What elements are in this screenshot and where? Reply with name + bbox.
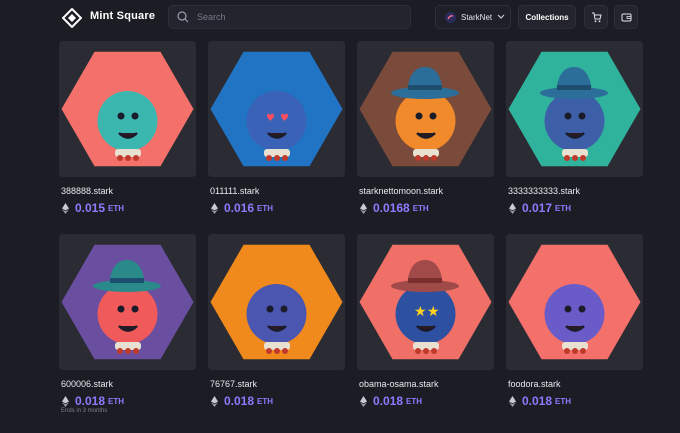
price-unit: ETH [406, 396, 423, 406]
viking-winker-avatar [357, 41, 494, 177]
nft-price: 0.017 ETH [509, 201, 571, 215]
nft-image[interactable]: ♥ ♥ [208, 41, 345, 177]
price-value: 0.015 [75, 201, 106, 215]
nft-name[interactable]: 3333333333.stark [508, 186, 580, 196]
ethereum-icon [62, 395, 69, 407]
price-unit: ETH [257, 396, 274, 406]
ethereum-icon [360, 202, 367, 214]
nft-price: 0.015 ETH [62, 201, 124, 215]
nft-image[interactable]: ★ ★ [357, 234, 494, 370]
ethereum-icon [211, 395, 218, 407]
svg-text:★: ★ [414, 304, 427, 320]
mint-square-logo-icon[interactable] [62, 8, 82, 28]
svg-text:★: ★ [427, 304, 440, 320]
nft-price: 0.018 ETH [211, 394, 273, 408]
nft-price: 0.0168 ETH [360, 201, 429, 215]
nft-card[interactable]: 600006.stark 0.018 ETH Ends in 3 months [59, 234, 196, 414]
arrow-worried-avatar [506, 41, 643, 177]
price-unit: ETH [108, 203, 125, 213]
nft-card[interactable]: 3333333333.stark 0.017 ETH [506, 41, 643, 215]
price-unit: ETH [412, 203, 429, 213]
search-input[interactable] [197, 12, 397, 22]
nft-card[interactable]: starknettomoon.stark 0.0168 ETH [357, 41, 494, 215]
nft-card[interactable]: 388888.stark 0.015 ETH [59, 41, 196, 215]
top-bar: Mint Square StarkNet Collections [0, 0, 680, 34]
cart-button[interactable] [584, 5, 608, 29]
nft-image[interactable] [59, 41, 196, 177]
nft-image[interactable] [208, 234, 345, 370]
nft-image[interactable] [357, 41, 494, 177]
price-unit: ETH [555, 396, 572, 406]
raindrop-football-avatar [208, 234, 345, 370]
brand-name[interactable]: Mint Square [90, 10, 155, 22]
starknet-icon [445, 11, 456, 23]
bone-pig-avatar [59, 41, 196, 177]
scared-lobster-avatar [59, 234, 196, 370]
cowboy-stars-avatar: ★ ★ [357, 234, 494, 370]
nft-price: 0.018 ETH [360, 394, 422, 408]
nft-name[interactable]: starknettomoon.stark [359, 186, 443, 196]
nft-name[interactable]: foodora.stark [508, 379, 561, 389]
ethereum-icon [509, 395, 516, 407]
chevron-down-icon [497, 14, 505, 19]
wallet-button[interactable] [614, 5, 638, 29]
nft-price: 0.016 ETH [211, 201, 273, 215]
nft-name[interactable]: obama-osama.stark [359, 379, 439, 389]
auction-end-note: Ends in 3 months [61, 408, 108, 414]
cart-icon [591, 12, 602, 22]
nft-price: 0.018 ETH [62, 394, 124, 408]
nft-image[interactable] [506, 234, 643, 370]
ethereum-icon [62, 202, 69, 214]
ethereum-icon [211, 202, 218, 214]
search-icon [177, 11, 189, 23]
network-selector[interactable]: StarkNet [435, 5, 511, 29]
price-value: 0.018 [522, 394, 553, 408]
nft-name[interactable]: 76767.stark [210, 379, 257, 389]
nft-name[interactable]: 388888.stark [61, 186, 113, 196]
search-bar[interactable] [168, 5, 411, 29]
wallet-icon [621, 13, 631, 21]
price-value: 0.018 [224, 394, 255, 408]
price-unit: ETH [108, 396, 125, 406]
price-value: 0.0168 [373, 201, 410, 215]
nft-card[interactable]: ★ ★ obama-osama.stark 0.018 ETH [357, 234, 494, 408]
nft-card[interactable]: ♥ ♥ 011111.stark 0.016 ETH [208, 41, 345, 215]
price-value: 0.016 [224, 201, 255, 215]
price-value: 0.018 [75, 394, 106, 408]
svg-text:♥: ♥ [280, 113, 289, 124]
nft-name[interactable]: 011111.stark [210, 186, 259, 196]
nft-card[interactable]: foodora.stark 0.018 ETH [506, 234, 643, 408]
nft-card[interactable]: 76767.stark 0.018 ETH [208, 234, 345, 408]
nft-image[interactable] [506, 41, 643, 177]
ethereum-icon [360, 395, 367, 407]
price-unit: ETH [555, 203, 572, 213]
heart-eyes-berry-avatar: ♥ ♥ [208, 41, 345, 177]
price-unit: ETH [257, 203, 274, 213]
nft-image[interactable] [59, 234, 196, 370]
ethereum-icon [509, 202, 516, 214]
collections-button[interactable]: Collections [518, 5, 576, 29]
price-value: 0.017 [522, 201, 553, 215]
price-value: 0.018 [373, 394, 404, 408]
nft-name[interactable]: 600006.stark [61, 379, 113, 389]
nft-price: 0.018 ETH [509, 394, 571, 408]
svg-text:♥: ♥ [266, 113, 275, 124]
network-label: StarkNet [461, 12, 493, 22]
duck-beer-avatar [506, 234, 643, 370]
